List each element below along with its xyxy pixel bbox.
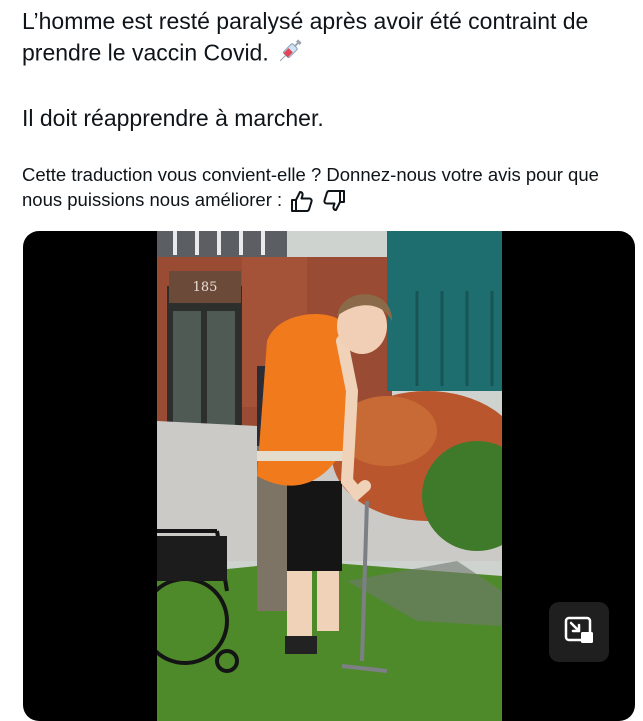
tweet-text: L’homme est resté paralysé après avoir é… [22,6,637,133]
picture-in-picture-icon [563,614,595,651]
tweet-paragraph-2: Il doit réapprendre à marcher. [22,105,324,131]
video-player[interactable]: 185 [23,231,635,721]
pip-button[interactable] [549,602,609,662]
video-frame[interactable]: 185 [157,231,502,721]
thumbs-down-icon[interactable] [322,190,346,212]
thumbs-up-icon[interactable] [290,190,314,213]
tweet-paragraph-1: L’homme est resté paralysé après avoir é… [22,6,637,73]
tweet-line-1: L’homme est resté paralysé après avoir é… [22,8,589,66]
building-number: 185 [193,280,218,295]
translation-feedback: Cette traduction vous convient-elle ? Do… [22,162,632,213]
syringe-icon [275,36,305,73]
